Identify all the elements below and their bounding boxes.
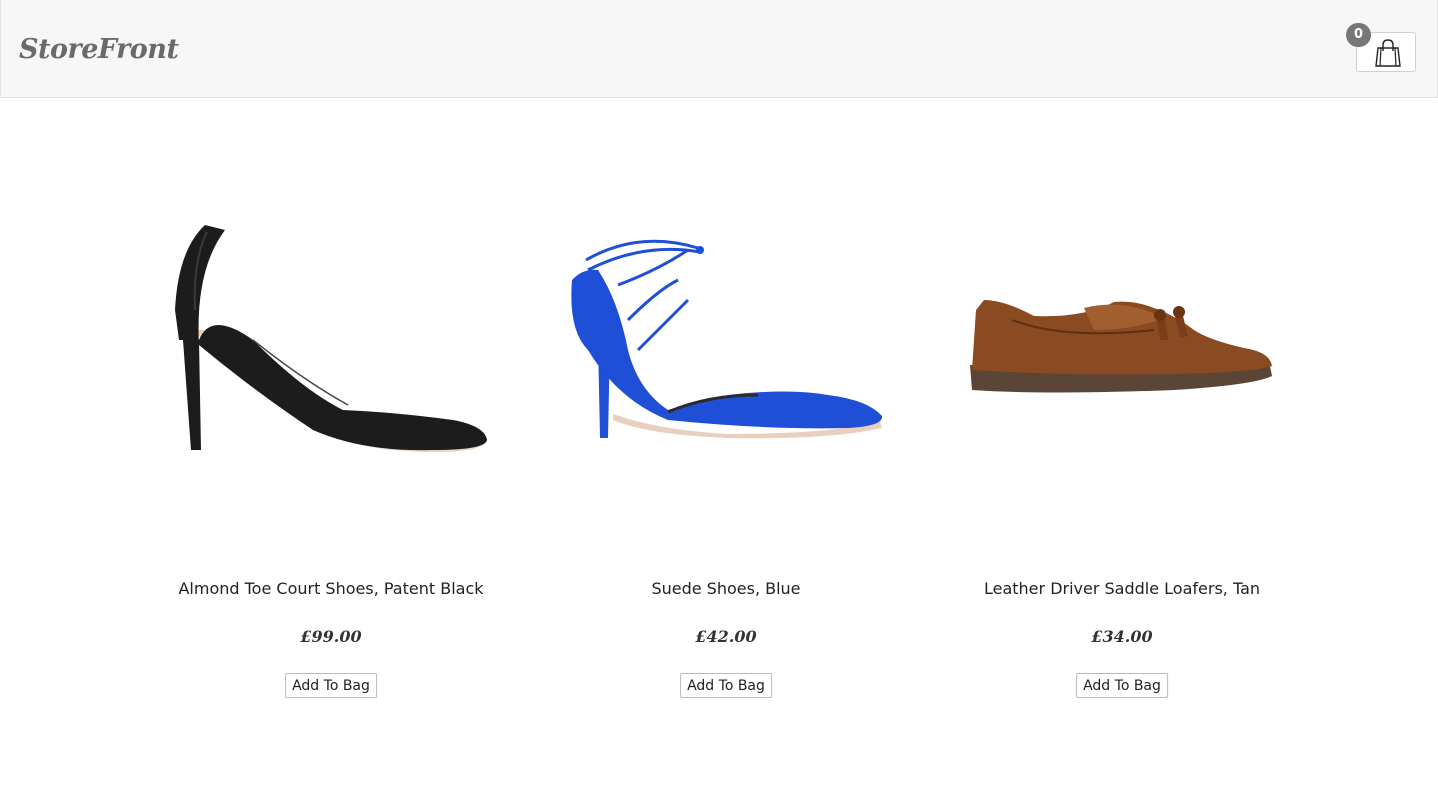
bag-count-badge: 0 (1346, 23, 1371, 47)
tan-tassel-loafer-image[interactable] (924, 190, 1320, 490)
product-card: Leather Driver Saddle Loafers, Tan £34.0… (924, 190, 1320, 710)
product-title[interactable]: Almond Toe Court Shoes, Patent Black (133, 579, 529, 598)
storefront-logo[interactable]: StoreFront (19, 34, 179, 65)
shopping-bag-icon (1375, 39, 1401, 67)
add-to-bag-button[interactable]: Add To Bag (285, 673, 377, 698)
product-card: Suede Shoes, Blue £42.00 Add To Bag (528, 190, 924, 710)
product-price: £34.00 (1091, 627, 1153, 646)
product-price: £99.00 (300, 627, 362, 646)
add-to-bag-button[interactable]: Add To Bag (680, 673, 772, 698)
site-header: StoreFront (0, 0, 1438, 98)
add-to-bag-button[interactable]: Add To Bag (1076, 673, 1168, 698)
product-title[interactable]: Leather Driver Saddle Loafers, Tan (924, 579, 1320, 598)
product-title[interactable]: Suede Shoes, Blue (528, 579, 924, 598)
product-card: Almond Toe Court Shoes, Patent Black £99… (133, 190, 529, 710)
black-court-shoe-image[interactable] (133, 190, 529, 490)
blue-suede-heel-image[interactable] (528, 190, 924, 490)
product-price: £42.00 (695, 627, 757, 646)
